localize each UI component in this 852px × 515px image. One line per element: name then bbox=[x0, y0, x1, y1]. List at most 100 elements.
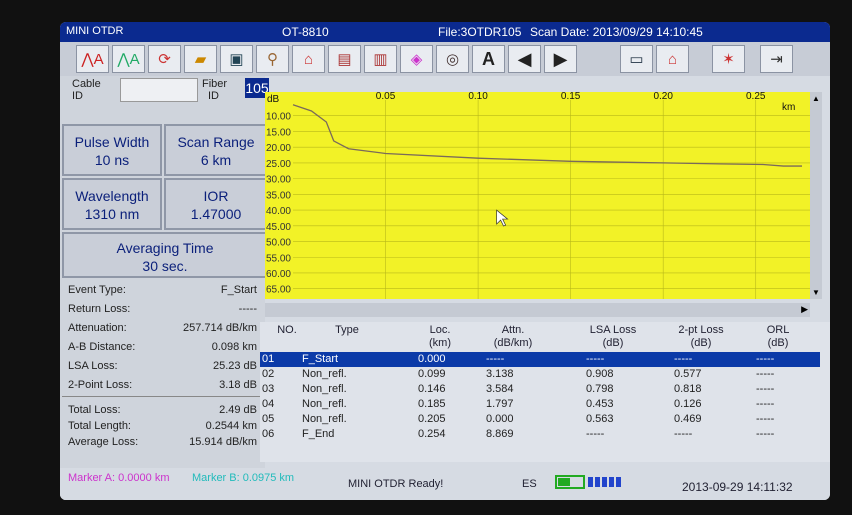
table-cell: 0.126 bbox=[674, 398, 702, 410]
y-tick-label: 50.00 bbox=[266, 238, 291, 249]
table-cell: F_End bbox=[302, 428, 335, 440]
status-datetime: 2013-09-29 14:11:32 bbox=[682, 480, 793, 494]
wavelength-cell[interactable]: Wavelength 1310 nm bbox=[62, 178, 162, 230]
averaging-time-value: 30 sec. bbox=[142, 258, 188, 274]
table-row[interactable]: 06 F_End 0.254 8.869 ----- ----- ----- bbox=[260, 427, 820, 442]
marker-a-readout: Marker A: 0.0000 km bbox=[68, 472, 170, 484]
totals-label: Total Length: bbox=[68, 420, 131, 432]
status-message: MINI OTDR Ready! bbox=[348, 478, 444, 490]
refresh-icon[interactable]: ⟳ bbox=[148, 45, 181, 73]
table-cell: 8.869 bbox=[486, 428, 514, 440]
y-tick-label: 20.00 bbox=[266, 143, 291, 154]
open-folder-icon[interactable]: ▰ bbox=[184, 45, 217, 73]
table-cell: 03 bbox=[262, 383, 275, 395]
table-row[interactable]: 01 F_Start 0.000 ----- ----- ----- ----- bbox=[260, 352, 820, 367]
cable-id-input[interactable] bbox=[120, 78, 198, 102]
pulse-width-label: Pulse Width bbox=[74, 134, 150, 150]
table-cell: 0.185 bbox=[418, 398, 446, 410]
table-row[interactable]: 05 Non_refl. 0.205 0.000 0.563 0.469 ----- bbox=[260, 412, 820, 427]
computer-icon[interactable]: ▭ bbox=[620, 45, 653, 73]
event_info-value: ----- bbox=[238, 303, 257, 315]
table-row[interactable]: 02 Non_refl. 0.099 3.138 0.908 0.577 ----- bbox=[260, 367, 820, 382]
ior-label: IOR bbox=[203, 188, 229, 204]
pulse-width-cell[interactable]: Pulse Width 10 ns bbox=[62, 124, 162, 176]
table-cell: 01 bbox=[262, 353, 275, 365]
right-arrow-icon[interactable]: ▶ bbox=[544, 45, 577, 73]
y-tick-label: 40.00 bbox=[266, 206, 291, 217]
scan-range-value: 6 km bbox=[200, 152, 232, 168]
column-header[interactable]: Attn. (dB/km) bbox=[468, 324, 558, 350]
y-tick-label: 35.00 bbox=[266, 190, 291, 201]
table-cell: ----- bbox=[756, 398, 775, 410]
table-cell: 3.584 bbox=[486, 383, 514, 395]
column-header[interactable]: Type bbox=[302, 324, 392, 337]
scan-range-cell[interactable]: Scan Range 6 km bbox=[164, 124, 268, 176]
cable-label: Cable bbox=[72, 78, 101, 90]
table-cell: 0.798 bbox=[586, 383, 614, 395]
toolbar: ⋀A ⋀A ⟳ ▰ ▣ ⚲ ⌂ ▤ ▥ ◈ ◎ A ◀ ▶ ▭ ⌂ ✶ ⇥ bbox=[60, 42, 830, 76]
chart-view-icon[interactable]: ⌂ bbox=[292, 45, 325, 73]
table-cell: 0.453 bbox=[586, 398, 614, 410]
table-row[interactable]: 03 Non_refl. 0.146 3.584 0.798 0.818 ----- bbox=[260, 382, 820, 397]
table-cell: 0.908 bbox=[586, 368, 614, 380]
y-tick-label: 10.00 bbox=[266, 112, 291, 123]
ior-value: 1.47000 bbox=[190, 206, 242, 222]
scroll-down-icon[interactable]: ▼ bbox=[812, 288, 820, 297]
table-cell: 0.577 bbox=[674, 368, 702, 380]
y-tick-label: 15.00 bbox=[266, 127, 291, 138]
y-tick-label: 25.00 bbox=[266, 159, 291, 170]
column-header[interactable]: ORL (dB) bbox=[738, 324, 818, 350]
table-cell: 0.563 bbox=[586, 413, 614, 425]
exit-icon[interactable]: ⇥ bbox=[760, 45, 793, 73]
table-row[interactable]: 04 Non_refl. 0.185 1.797 0.453 0.126 ----- bbox=[260, 397, 820, 412]
horizontal-scrollbar[interactable]: ▶ bbox=[265, 303, 810, 317]
scan-date: Scan Date: 2013/09/29 14:10:45 bbox=[530, 25, 703, 39]
x-axis-label: km bbox=[782, 102, 795, 113]
model-label: OT-8810 bbox=[282, 25, 329, 39]
left-arrow-icon[interactable]: ◀ bbox=[508, 45, 541, 73]
vertical-scrollbar[interactable]: ▲ ▼ bbox=[810, 92, 822, 299]
battery-fill bbox=[558, 478, 570, 486]
otdr-trace-chart[interactable]: 0.05 0.10 0.15 0.20 0.25 10.00 15.00 20.00 25.00… bbox=[265, 92, 810, 299]
trace-b-icon[interactable]: ⋀A bbox=[112, 45, 145, 73]
x-tick-label: 0.25 bbox=[746, 92, 766, 102]
scan-range-label: Scan Range bbox=[177, 134, 255, 150]
app-title: MINI OTDR bbox=[66, 25, 124, 37]
totals-value: 15.914 dB/km bbox=[189, 436, 257, 448]
table-cell: 0.205 bbox=[418, 413, 446, 425]
ior-cell[interactable]: IOR 1.47000 bbox=[164, 178, 268, 230]
markers-icon[interactable]: ✶ bbox=[712, 45, 745, 73]
zoom-icon[interactable]: ⚲ bbox=[256, 45, 289, 73]
table-cell: 0.254 bbox=[418, 428, 446, 440]
trace-plot-svg[interactable]: 0.05 0.10 0.15 0.20 0.25 10.00 15.00 20.00 25.00… bbox=[265, 92, 810, 299]
book-icon[interactable]: ▥ bbox=[364, 45, 397, 73]
column-header[interactable]: LSA Loss (dB) bbox=[568, 324, 658, 350]
totals-label: Average Loss: bbox=[68, 436, 139, 448]
table-cell: 1.797 bbox=[486, 398, 514, 410]
otdr-screen: MINI OTDR OT-8810 File:3OTDR105 Scan Dat… bbox=[60, 22, 830, 500]
x-tick-label: 0.10 bbox=[468, 92, 488, 102]
event_info-label: Attenuation: bbox=[68, 322, 127, 334]
scroll-up-icon[interactable]: ▲ bbox=[812, 94, 820, 103]
text-annotation-button[interactable]: A bbox=[472, 45, 505, 73]
file-name: File:3OTDR105 bbox=[438, 25, 522, 39]
totals-label: Total Loss: bbox=[68, 404, 121, 416]
table-cell: ----- bbox=[756, 383, 775, 395]
scan-icon[interactable]: ◈ bbox=[400, 45, 433, 73]
trace-a-icon[interactable]: ⋀A bbox=[76, 45, 109, 73]
column-header[interactable]: 2-pt Loss (dB) bbox=[656, 324, 746, 350]
event_info-value: F_Start bbox=[220, 284, 257, 296]
home-icon[interactable]: ⌂ bbox=[656, 45, 689, 73]
scroll-right-icon[interactable]: ▶ bbox=[801, 304, 808, 315]
y-tick-label: 30.00 bbox=[266, 175, 291, 186]
averaging-time-cell[interactable]: Averaging Time 30 sec. bbox=[62, 232, 268, 278]
table-cell: 0.000 bbox=[486, 413, 514, 425]
report-icon[interactable]: ▤ bbox=[328, 45, 361, 73]
save-icon[interactable]: ▣ bbox=[220, 45, 253, 73]
fiber-icon[interactable]: ◎ bbox=[436, 45, 469, 73]
totals-value: 2.49 dB bbox=[219, 404, 257, 416]
x-tick-label: 0.15 bbox=[561, 92, 581, 102]
event_info-label: Event Type: bbox=[68, 284, 126, 296]
table-cell: Non_refl. bbox=[302, 398, 347, 410]
table-cell: 3.138 bbox=[486, 368, 514, 380]
